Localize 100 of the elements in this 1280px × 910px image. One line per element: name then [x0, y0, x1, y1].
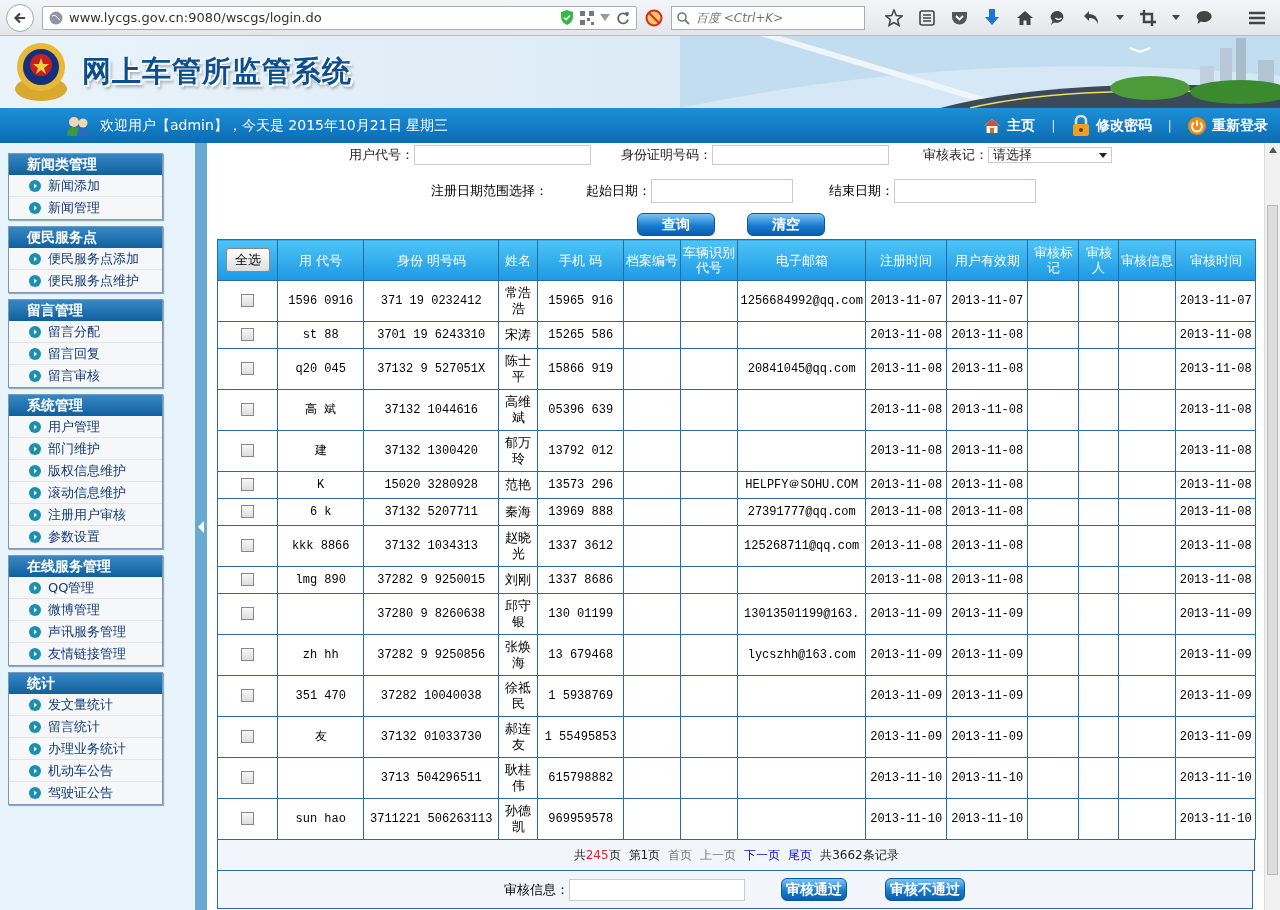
back-arrow-icon	[13, 10, 27, 25]
search-form-button[interactable]: 清空	[747, 213, 826, 236]
table-cell: 13573 296	[548, 478, 614, 492]
menu-item[interactable]: 部门维护	[9, 438, 162, 460]
pocket-icon[interactable]	[951, 9, 968, 26]
star-icon[interactable]	[885, 8, 903, 27]
row-checkbox[interactable]	[241, 730, 255, 744]
arrow-bullet-icon	[29, 603, 41, 616]
row-checkbox[interactable]	[241, 539, 255, 553]
menu-item[interactable]: 新闻管理	[9, 197, 162, 219]
menu-item[interactable]: 滚动信息维护	[9, 482, 162, 504]
menu-item[interactable]: 便民服务点维护	[9, 270, 162, 292]
table-cell: kkk 8866	[291, 539, 350, 553]
row-checkbox[interactable]	[241, 607, 255, 621]
column-header: 注册时间	[880, 252, 933, 268]
menu-item[interactable]: 办理业务统计	[9, 738, 162, 760]
menu-item[interactable]: 微博管理	[9, 599, 162, 621]
table-cell: 37282 9 9250856	[377, 648, 486, 662]
download-icon[interactable]	[984, 9, 1000, 26]
start-date-field[interactable]	[651, 179, 794, 203]
table-cell: 2013-11-10	[870, 812, 943, 826]
reload-icon[interactable]	[616, 10, 630, 25]
review-button[interactable]: 审核通过	[781, 878, 848, 901]
crop-icon[interactable]	[1140, 9, 1156, 26]
review-button[interactable]: 审核不通过	[885, 878, 966, 901]
arrow-bullet-icon	[29, 179, 41, 192]
menu-item[interactable]: 机动车公告	[9, 760, 162, 782]
table-cell: 37132 9 527051X	[377, 362, 486, 376]
shield-icon[interactable]	[560, 10, 574, 25]
table-cell: lycszhh@163.com	[747, 648, 856, 662]
menu-item[interactable]: 留言统计	[9, 716, 162, 738]
undo-icon[interactable]	[1083, 10, 1100, 25]
row-checkbox[interactable]	[241, 771, 255, 785]
arrow-bullet-icon	[29, 787, 41, 799]
menu-section-title: 统计	[9, 673, 162, 694]
select-all-button[interactable]: 全选	[225, 248, 270, 272]
back-button[interactable]	[6, 3, 34, 32]
page-info: 共3662条记录	[820, 846, 899, 864]
row-checkbox[interactable]	[241, 328, 255, 342]
user-code-field[interactable]	[414, 145, 592, 165]
menu-item[interactable]: 声讯服务管理	[9, 621, 162, 643]
id-number-field[interactable]	[712, 145, 890, 165]
qr-code-icon[interactable]	[580, 10, 594, 25]
link-separator: |	[1167, 118, 1172, 133]
row-checkbox[interactable]	[241, 812, 255, 826]
header-link[interactable]: 重新登录	[1188, 116, 1268, 135]
home-icon[interactable]	[1016, 9, 1034, 26]
menu-item[interactable]: 友情链接管理	[9, 643, 162, 665]
row-checkbox[interactable]	[241, 294, 255, 308]
row-checkbox[interactable]	[241, 505, 255, 519]
header-link[interactable]: 主页	[983, 116, 1036, 135]
header-link[interactable]: 修改密码	[1071, 114, 1152, 137]
table-cell: 2013-11-08	[1179, 539, 1252, 553]
caret-icon[interactable]	[1116, 15, 1124, 20]
menu-item[interactable]: QQ管理	[9, 577, 162, 599]
menu-item[interactable]: 便民服务点添加	[9, 248, 162, 270]
menu-item[interactable]: 留言审核	[9, 365, 162, 387]
row-checkbox[interactable]	[241, 478, 255, 492]
collapse-handle[interactable]	[195, 143, 208, 910]
search-field[interactable]: 百度 <Ctrl+K>	[671, 5, 865, 30]
table-cell: 2013-11-08	[1179, 573, 1252, 587]
menu-item[interactable]: 注册用户审核	[9, 504, 162, 526]
row-checkbox[interactable]	[241, 444, 255, 458]
menu-icon[interactable]	[1249, 10, 1265, 25]
search-form-button[interactable]: 查询	[637, 213, 716, 236]
review-info-field[interactable]	[569, 878, 746, 901]
review-flag-dropdown[interactable]: 请选择	[988, 147, 1113, 163]
row-checkbox[interactable]	[241, 648, 255, 662]
table-cell: 2013-11-08	[1179, 403, 1252, 417]
menu-item[interactable]: 参数设置	[9, 526, 162, 548]
end-date-field[interactable]	[894, 179, 1037, 203]
row-checkbox[interactable]	[241, 573, 255, 587]
page-link[interactable]: 尾页	[788, 846, 813, 864]
menu-item[interactable]: 留言分配	[9, 321, 162, 343]
row-checkbox[interactable]	[241, 689, 255, 703]
row-checkbox[interactable]	[241, 362, 255, 376]
arrow-bullet-icon	[29, 275, 41, 287]
scrollbar[interactable]	[1264, 143, 1280, 910]
menu-item[interactable]: 发文量统计	[9, 694, 162, 716]
menu-item[interactable]: 留言回复	[9, 343, 162, 365]
arrow-bullet-icon	[29, 742, 41, 755]
table-cell: 2013-11-08	[951, 505, 1024, 519]
welcome-text: 欢迎用户【admin】，今天是 2015年10月21日 星期三	[100, 116, 450, 135]
menu-item[interactable]: 新闻添加	[9, 175, 162, 197]
arrow-bullet-icon	[29, 764, 41, 777]
dropdown-icon[interactable]	[600, 13, 610, 22]
reading-list-icon[interactable]	[919, 9, 935, 26]
table-cell: 37132 1034313	[384, 539, 478, 553]
table-cell: 2013-11-09	[1179, 648, 1252, 662]
row-checkbox[interactable]	[241, 403, 255, 417]
caret-icon[interactable]	[1172, 15, 1180, 20]
speech-bubble-icon[interactable]	[1196, 10, 1213, 25]
menu-item[interactable]: 版权信息维护	[9, 460, 162, 482]
address-bar[interactable]: www.lycgs.gov.cn:9080/wscgs/login.do	[42, 5, 637, 30]
page-link[interactable]: 下一页	[744, 846, 781, 864]
menu-item[interactable]: 驾驶证公告	[9, 782, 162, 804]
menu-section-title: 新闻类管理	[9, 154, 162, 175]
blocked-icon[interactable]	[645, 8, 663, 27]
table-cell: 15866 919	[548, 362, 614, 376]
menu-item[interactable]: 用户管理	[9, 416, 162, 438]
